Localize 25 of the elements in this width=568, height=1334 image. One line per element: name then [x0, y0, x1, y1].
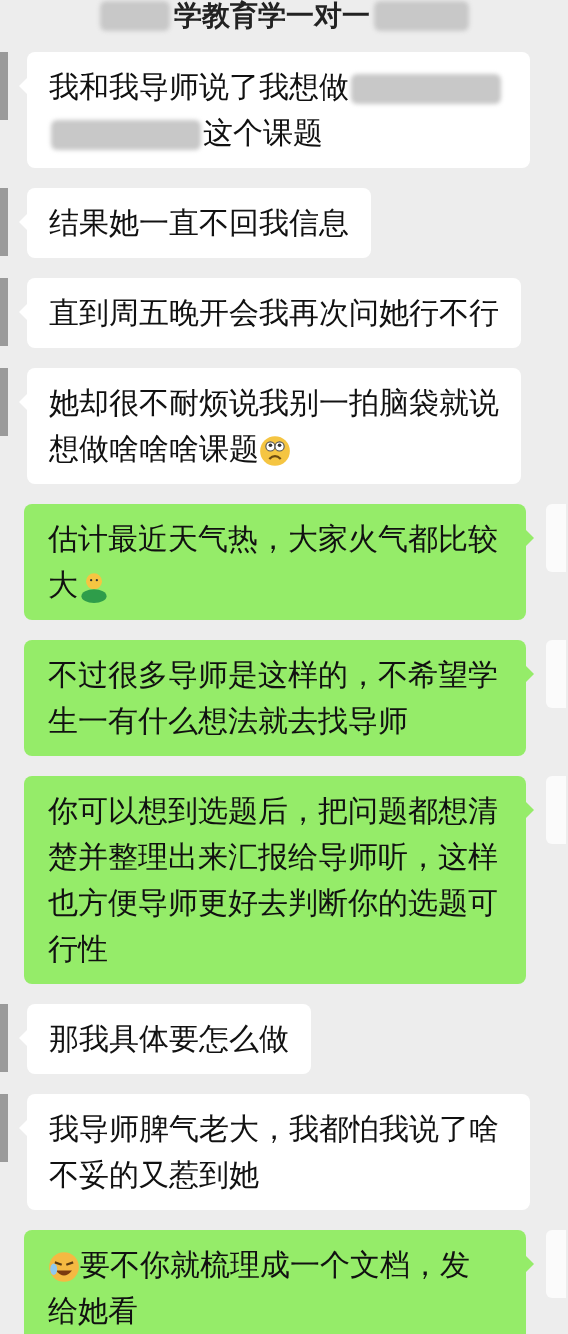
message-text: 不过很多导师是这样的，不希望学生一有什么想法就去找导师	[48, 657, 498, 738]
frowning-face-icon	[259, 434, 291, 467]
avatar	[0, 368, 8, 436]
message-text: 我和我导师说了我想做	[49, 69, 349, 104]
chat-title: 学教育学一对一	[173, 0, 370, 34]
message-text: 你可以想到选题后，把问题都想清楚并整理出来汇报给导师听，这样也方便导师更好去判断你的选题可行性	[48, 793, 498, 966]
message-text: 想做啥啥啥课题	[49, 431, 259, 466]
message-text: 大	[48, 567, 78, 602]
message-text: 那我具体要怎么做	[49, 1021, 289, 1056]
avatar	[0, 52, 8, 120]
avatar	[0, 1004, 8, 1072]
laughing-crying-face-icon	[48, 1250, 80, 1283]
message-text: 我导师脾气老大，我都怕我说了啥不妥的又惹到她	[49, 1111, 499, 1192]
avatar	[0, 278, 8, 346]
message-text: 要不你就梳理成一个文档，发	[80, 1247, 470, 1282]
message-text: 结果她一直不回我信息	[49, 205, 349, 240]
message-text: 直到周五晚开会我再次问她行不行	[49, 295, 499, 330]
message-text: 这个课题	[203, 115, 323, 150]
avatar	[0, 1094, 8, 1162]
hugging-figure-icon	[78, 570, 110, 603]
blur-redaction	[99, 1, 170, 31]
message-text: 她却很不耐烦说我别一拍脑袋就说	[49, 385, 499, 420]
message-text: 估计最近天气热，大家火气都比较	[48, 521, 498, 556]
avatar	[0, 188, 8, 256]
message-text: 给她看	[48, 1293, 138, 1328]
